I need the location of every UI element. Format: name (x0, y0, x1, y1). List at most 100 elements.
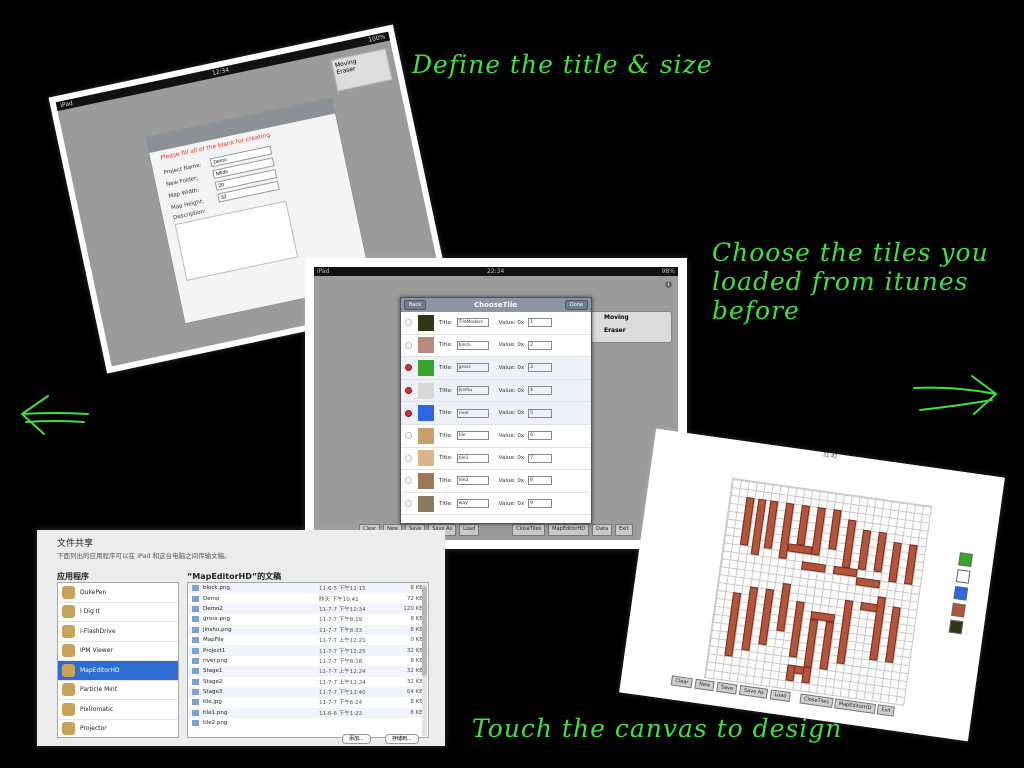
app-list-item[interactable]: Pixlromatic (58, 700, 178, 720)
tile-title-input[interactable]: way (456, 499, 489, 509)
map-tile[interactable] (741, 586, 759, 651)
tool-panel[interactable]: Moving Eraser (586, 311, 672, 343)
map-tile[interactable] (885, 606, 901, 664)
map-tile[interactable] (763, 500, 779, 550)
doc-row[interactable]: block.png 11-6-5 下午12:15 8 KB (188, 583, 428, 594)
close-tiles-button[interactable]: CloseTiles (512, 524, 546, 536)
map-tile[interactable] (841, 519, 857, 569)
doc-row[interactable]: Stage2 11-7-7 上午12:24 32 KB (188, 677, 428, 687)
doc-row[interactable]: jinshu.png 11-7-7 下午8:33 8 KB (188, 624, 428, 635)
tile-value-input[interactable]: 1 (528, 318, 553, 328)
checkmark-icon[interactable] (405, 409, 412, 417)
doc-row[interactable]: Project1 11-7-7 下午12:25 32 KB (188, 645, 428, 656)
checkmark-icon[interactable] (405, 500, 412, 508)
arrow-left-icon[interactable] (14, 392, 94, 448)
map-tile[interactable] (873, 531, 887, 573)
app-list[interactable]: DukePen I Dig It i-FlashDrive IPM Viewer Map… (57, 582, 179, 738)
load-button[interactable]: Load (459, 524, 480, 536)
done-button[interactable]: Done (564, 300, 588, 310)
map-tile[interactable] (724, 592, 742, 657)
tile-title-input[interactable]: river (456, 408, 489, 418)
doc-row[interactable]: tile.jpg 11-7-7 下午6:24 8 KB (188, 697, 428, 707)
doc-row[interactable]: Demo 昨天 下午10:41 72 KB (188, 593, 428, 603)
doc-row[interactable]: river.png 11-7-7 下午8:18 8 KB (188, 656, 428, 666)
checkmark-icon[interactable] (405, 432, 412, 440)
map-tile[interactable] (758, 588, 774, 646)
tile-title-input[interactable]: block (456, 340, 489, 350)
map-tile[interactable] (819, 621, 835, 670)
map-tile[interactable] (787, 543, 813, 555)
map-tile[interactable] (857, 529, 872, 571)
tile-value-input[interactable]: 4 (528, 386, 553, 396)
tile-palette[interactable] (948, 552, 973, 638)
map-tile[interactable] (803, 619, 819, 668)
map-tile[interactable] (788, 601, 805, 658)
map-tile[interactable] (801, 561, 826, 573)
doc-row[interactable]: gross.png 11-7-7 下午8:19 8 KB (188, 614, 428, 624)
add-button[interactable]: 添加... (342, 734, 371, 744)
app-list-item[interactable]: Projector (58, 720, 178, 738)
checkmark-icon[interactable] (405, 454, 412, 462)
tile-row[interactable]: Title: gross Value: 0x 3 (401, 357, 591, 380)
mapeditorhd-button[interactable]: MapEditorHD (548, 524, 590, 536)
tool-panel[interactable]: Moving Eraser (330, 48, 393, 92)
map-canvas[interactable] (704, 477, 933, 706)
arrow-right-icon[interactable] (908, 370, 1004, 426)
map-tile[interactable] (796, 504, 810, 546)
doc-row[interactable]: tile2.png (188, 718, 428, 728)
tile-row[interactable]: Title: way Value: 0x 9 (401, 493, 591, 516)
map-tile[interactable] (888, 541, 902, 583)
tile-title-input[interactable]: tile1 (456, 453, 489, 463)
eraser-tool[interactable]: Eraser (604, 327, 668, 334)
map-tile[interactable] (832, 565, 858, 578)
palette-tile[interactable] (948, 619, 964, 635)
checkmark-icon[interactable] (405, 387, 412, 395)
map-tile[interactable] (828, 509, 842, 551)
doc-row[interactable]: Stage1 11-7-7 上午12:24 32 KB (188, 666, 428, 677)
tile-row[interactable]: Title: jinshu Value: 0x 4 (401, 379, 591, 403)
doc-row[interactable]: Demo2 11-7-7 下午12:34 120 KB (188, 603, 428, 615)
save-to-button[interactable]: 存储到... (385, 734, 419, 744)
tile-title-input[interactable]: gross (456, 363, 489, 373)
map-tile[interactable] (785, 664, 796, 682)
map-tile[interactable] (801, 666, 812, 684)
palette-tile[interactable] (958, 552, 973, 567)
tile-value-input[interactable]: 3 (528, 363, 553, 373)
data-button[interactable]: Data (592, 524, 613, 536)
exit-button[interactable]: Exit (876, 704, 896, 717)
app-list-item[interactable]: I Dig It (58, 603, 178, 622)
checkmark-icon[interactable] (405, 364, 412, 372)
tile-value-input[interactable]: 9 (528, 499, 553, 509)
close-tiles-button[interactable]: CloseTiles (799, 693, 834, 708)
new-button[interactable]: New (694, 678, 715, 692)
map-tile[interactable] (811, 507, 826, 556)
tile-row[interactable]: Title: tile Value: 0x 6 (401, 425, 591, 448)
doc-row[interactable]: MapFile 11-7-7 上午12:21 0 KB (188, 635, 428, 645)
save-button[interactable]: Save (716, 681, 738, 695)
checkmark-icon[interactable] (405, 341, 412, 349)
tile-value-input[interactable]: 5 (528, 408, 553, 418)
tile-title-input[interactable]: tile2 (456, 476, 489, 486)
tile-row[interactable]: Title: TileModern Value: 0x 1 (401, 312, 591, 335)
tile-title-input[interactable]: TileModern (456, 318, 489, 328)
app-list-item[interactable]: IPM Viewer (58, 642, 178, 661)
palette-tile[interactable] (953, 585, 969, 601)
app-list-item[interactable]: Particle Mint (58, 681, 178, 700)
tile-value-input[interactable]: 7 (528, 453, 553, 463)
clear-button[interactable]: Clear (670, 675, 693, 689)
app-list-item[interactable]: i-FlashDrive (58, 622, 178, 642)
tile-row[interactable]: Title: block Value: 0x 2 (401, 335, 591, 358)
checkmark-icon[interactable] (405, 319, 412, 327)
doc-row[interactable]: Stage3 11-7-7 下午12:40 64 KB (188, 686, 428, 698)
tile-value-input[interactable]: 2 (528, 340, 553, 350)
checkmark-icon[interactable] (405, 477, 412, 485)
tile-title-input[interactable]: jinshu (456, 386, 489, 396)
doc-list[interactable]: block.png 11-6-5 下午12:15 8 KB Demo 昨天 下午10:4… (187, 582, 429, 738)
tile-value-input[interactable]: 6 (528, 431, 553, 441)
back-button[interactable]: Back (404, 300, 427, 310)
save-as-button[interactable]: Save As (739, 685, 769, 699)
app-list-item[interactable]: DukePen (58, 583, 178, 603)
tile-row[interactable]: Title: tile1 Value: 0x 7 (401, 448, 591, 471)
exit-button[interactable]: Exit (615, 524, 633, 536)
palette-tile[interactable] (955, 569, 971, 584)
